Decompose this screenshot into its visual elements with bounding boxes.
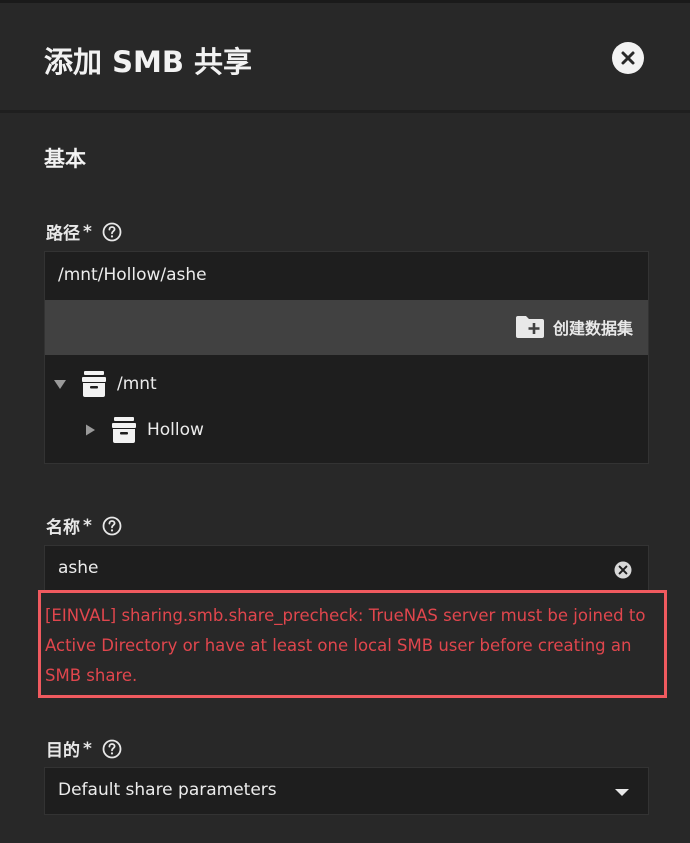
- help-icon[interactable]: [102, 222, 122, 242]
- purpose-label: 目的 *: [46, 736, 122, 761]
- error-message-box: [EINVAL] sharing.smb.share_precheck: Tru…: [38, 590, 667, 698]
- create-dataset-button[interactable]: 创建数据集: [515, 315, 633, 339]
- expanded-triangle-icon[interactable]: [53, 377, 67, 391]
- section-title: 基本: [44, 147, 86, 171]
- error-message: [EINVAL] sharing.smb.share_precheck: Tru…: [45, 606, 646, 685]
- path-input[interactable]: /mnt/Hollow/ashe: [44, 251, 649, 301]
- purpose-select[interactable]: Default share parameters: [44, 767, 649, 815]
- purpose-select-value: Default share parameters: [58, 780, 277, 800]
- help-icon[interactable]: [102, 739, 122, 759]
- required-marker: *: [83, 221, 92, 242]
- tree-node-mnt[interactable]: /mnt: [53, 370, 157, 398]
- folder-plus-icon: [515, 316, 544, 338]
- tree-node-label: /mnt: [117, 374, 157, 394]
- dialog-header: 添加 SMB 共享: [0, 3, 690, 113]
- dialog-title: 添加 SMB 共享: [44, 45, 253, 79]
- path-label: 路径 *: [46, 219, 122, 244]
- path-label-text: 路径: [46, 224, 80, 244]
- name-input-value: ashe: [58, 558, 99, 578]
- purpose-label-text: 目的: [46, 741, 80, 761]
- close-button[interactable]: [612, 42, 644, 74]
- create-dataset-label: 创建数据集: [552, 319, 633, 338]
- storage-pool-icon: [112, 417, 136, 443]
- name-label: 名称 *: [46, 513, 122, 538]
- help-icon[interactable]: [102, 516, 122, 536]
- dropdown-arrow-icon: [615, 789, 629, 796]
- tree-node-hollow[interactable]: Hollow: [83, 416, 204, 444]
- required-marker: *: [83, 738, 92, 759]
- storage-pool-icon: [82, 371, 106, 397]
- required-marker: *: [83, 515, 92, 536]
- tree-toolbar: 创建数据集: [45, 300, 648, 355]
- name-input[interactable]: ashe: [44, 545, 649, 593]
- collapsed-triangle-icon[interactable]: [83, 423, 97, 437]
- name-label-text: 名称: [46, 518, 80, 538]
- path-input-value: /mnt/Hollow/ashe: [58, 265, 207, 285]
- clear-icon[interactable]: [613, 560, 633, 580]
- directory-tree: 创建数据集 /mnt Hollow: [44, 300, 649, 464]
- tree-node-label: Hollow: [147, 420, 204, 440]
- close-icon: [621, 51, 635, 65]
